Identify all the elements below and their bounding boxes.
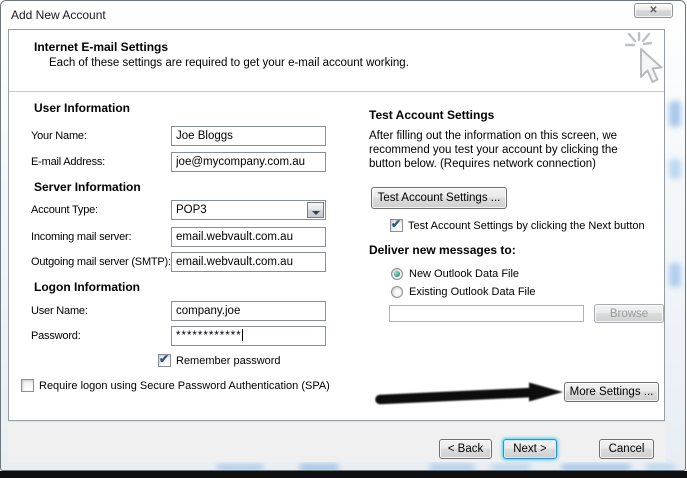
click-cursor-icon: [625, 32, 669, 86]
close-button[interactable]: ✕: [634, 3, 673, 18]
logon-information-heading: Logon Information: [34, 280, 140, 294]
user-name-input[interactable]: [171, 301, 326, 321]
back-button[interactable]: < Back: [439, 439, 492, 459]
check-icon: ✔: [391, 217, 401, 231]
footer-bar: < Back Next > Cancel: [8, 421, 666, 462]
spa-label: Require logon using Secure Password Auth…: [39, 380, 330, 392]
outgoing-server-label: Outgoing mail server (SMTP):: [31, 256, 171, 268]
glass-reflection: [429, 464, 475, 471]
glass-reflection: [299, 464, 339, 471]
test-account-settings-button[interactable]: Test Account Settings ...: [371, 187, 507, 209]
glass-reflection: [669, 159, 681, 179]
glass-reflection: [491, 464, 531, 471]
deliver-heading: Deliver new messages to:: [369, 243, 516, 257]
more-settings-button[interactable]: More Settings ...: [564, 382, 659, 402]
password-masked-value: ************: [176, 330, 242, 342]
your-name-label: Your Name:: [31, 130, 87, 142]
new-data-file-label: New Outlook Data File: [409, 268, 519, 280]
test-account-settings-heading: Test Account Settings: [369, 108, 494, 122]
existing-data-file-label: Existing Outlook Data File: [409, 286, 536, 298]
user-name-label: User Name:: [31, 305, 88, 317]
your-name-input[interactable]: [171, 126, 326, 146]
incoming-server-input[interactable]: [171, 227, 326, 247]
email-address-input[interactable]: [171, 152, 326, 172]
add-new-account-dialog: Add New Account ✕ Internet E-mail Settin…: [0, 0, 686, 471]
titlebar: Add New Account ✕: [1, 1, 685, 29]
outgoing-server-input[interactable]: [171, 252, 326, 272]
dropdown-button[interactable]: [307, 202, 324, 218]
spa-checkbox[interactable]: [21, 379, 34, 392]
page-title: Internet E-mail Settings: [34, 40, 168, 54]
window-title: Add New Account: [11, 8, 106, 22]
existing-data-file-radio[interactable]: [391, 286, 403, 298]
remember-password-checkbox[interactable]: ✔: [158, 354, 171, 367]
glass-reflection: [216, 464, 264, 471]
user-information-heading: User Information: [34, 101, 130, 115]
account-type-value: POP3: [176, 204, 207, 216]
glass-reflection: [669, 101, 681, 127]
text-caret: [242, 329, 243, 341]
check-icon: ✔: [159, 352, 169, 366]
browse-button[interactable]: Browse: [594, 304, 664, 323]
data-file-path-input[interactable]: [389, 305, 584, 322]
next-button[interactable]: Next >: [503, 439, 557, 459]
radio-dot-icon: [394, 271, 400, 277]
page-subtitle: Each of these settings are required to g…: [49, 57, 409, 69]
chevron-down-icon: [312, 211, 320, 215]
incoming-server-label: Incoming mail server:: [31, 231, 131, 243]
dialog-body-panel: Internet E-mail Settings Each of these s…: [8, 29, 665, 421]
test-on-next-checkbox[interactable]: ✔: [390, 219, 403, 232]
glass-reflection: [646, 464, 676, 471]
test-account-description: After filling out the information on thi…: [369, 129, 651, 171]
glass-reflection: [669, 263, 681, 287]
password-input[interactable]: ************: [171, 326, 326, 346]
new-data-file-radio[interactable]: [391, 268, 403, 280]
remember-password-label: Remember password: [176, 355, 281, 367]
password-label: Password:: [31, 330, 81, 342]
email-address-label: E-mail Address:: [31, 156, 105, 168]
test-on-next-label: Test Account Settings by clicking the Ne…: [408, 220, 645, 232]
close-icon: ✕: [649, 5, 657, 16]
account-type-dropdown[interactable]: POP3: [171, 200, 326, 220]
background-strip: [0, 471, 687, 478]
account-type-label: Account Type:: [31, 204, 98, 216]
glass-reflection: [561, 464, 631, 471]
server-information-heading: Server Information: [34, 180, 141, 194]
header-divider: [9, 91, 664, 92]
cancel-button[interactable]: Cancel: [599, 439, 654, 459]
annotation-arrow-icon: [369, 380, 573, 408]
